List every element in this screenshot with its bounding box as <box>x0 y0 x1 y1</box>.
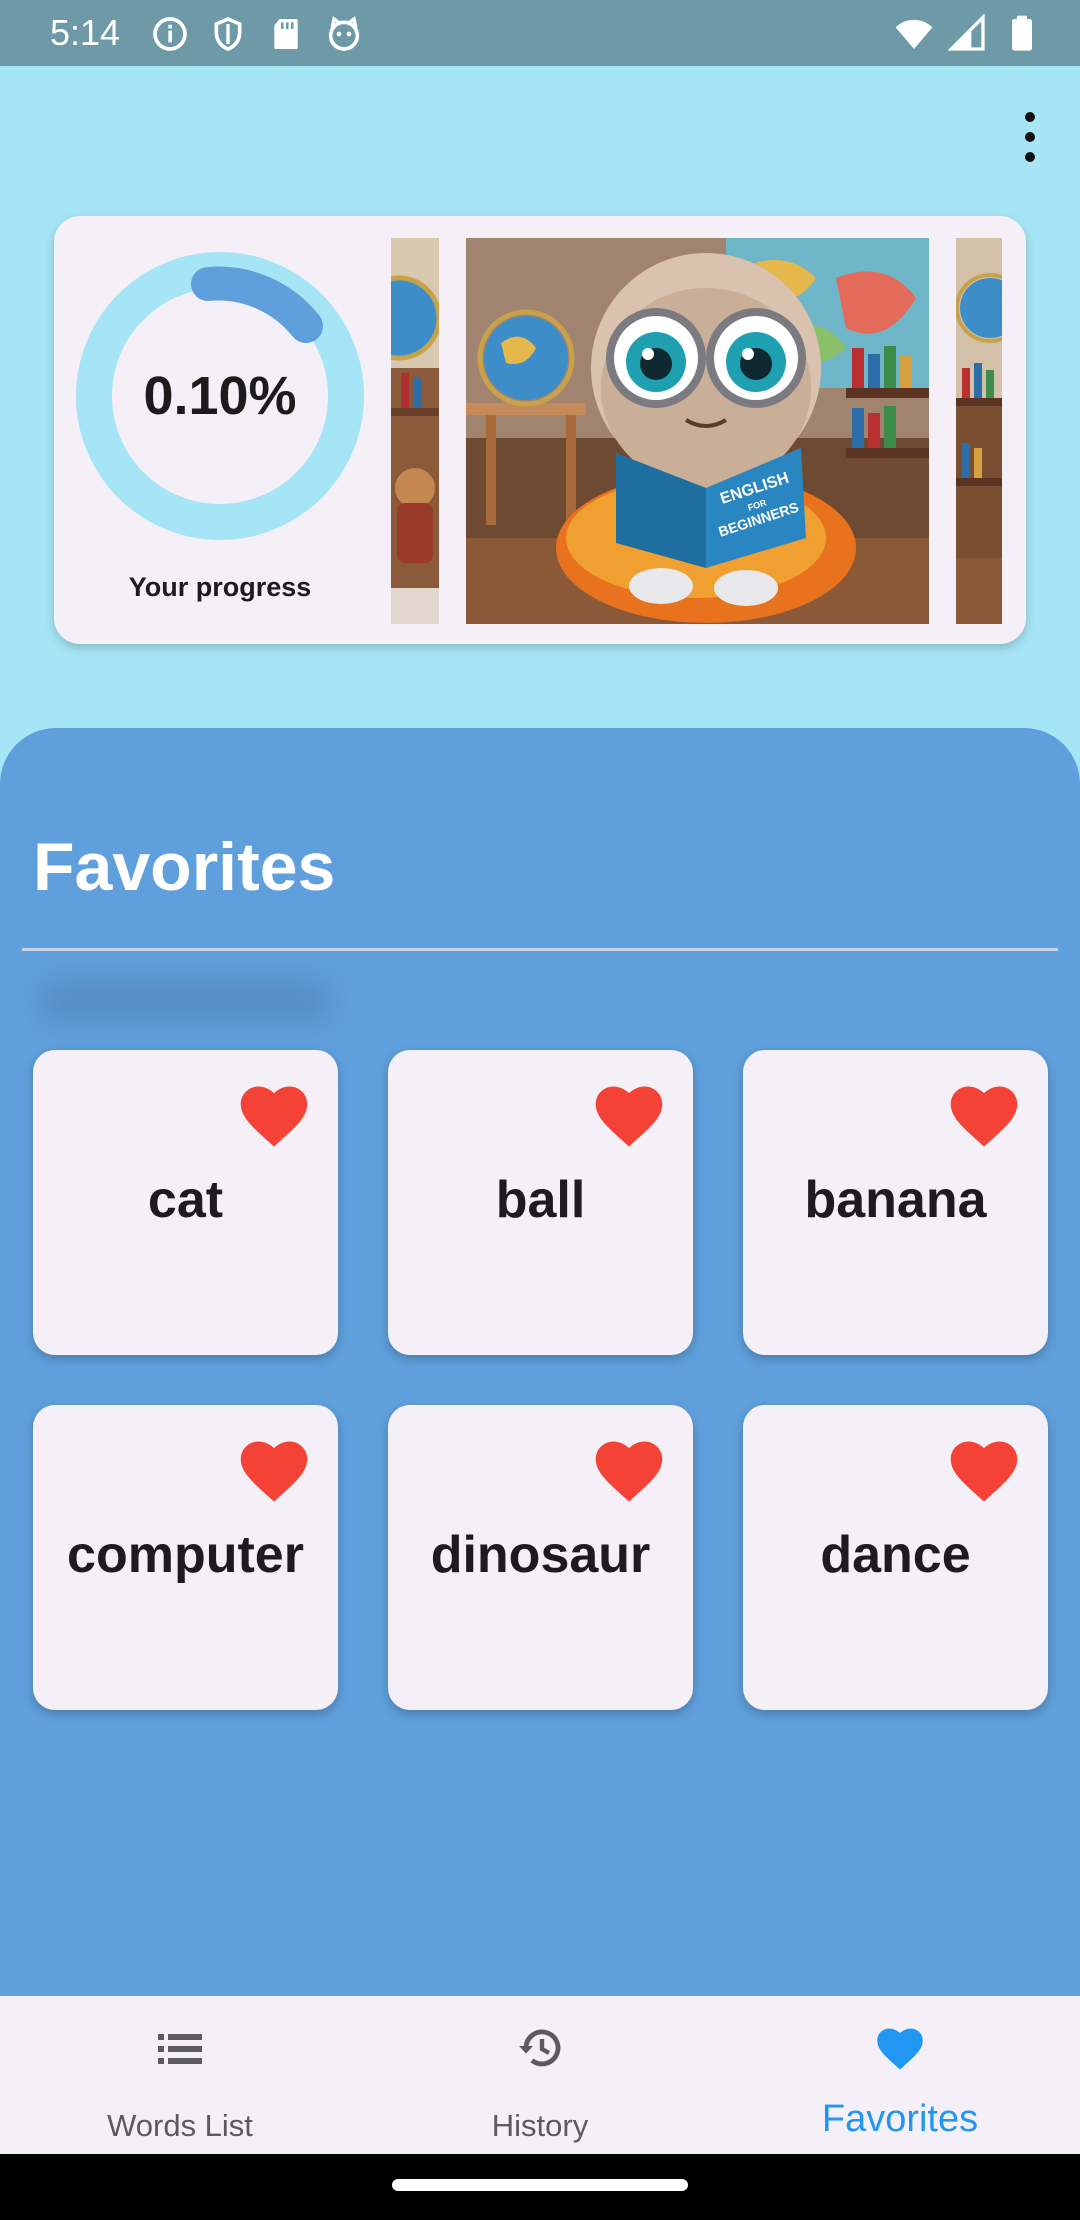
carousel-image-next[interactable] <box>956 238 1002 624</box>
sd-card-icon <box>274 19 298 49</box>
divider <box>22 948 1058 951</box>
home-indicator[interactable] <box>392 2179 688 2191</box>
heart-icon[interactable] <box>591 1435 667 1505</box>
progress-label: Your progress <box>128 572 312 602</box>
heart-icon[interactable] <box>236 1435 312 1505</box>
progress-card: 0.10% Your progress ENGLISH FOR BEGINNER… <box>54 216 1026 644</box>
word-card-banana[interactable]: banana <box>743 1050 1048 1355</box>
word-label: dance <box>820 1526 971 1584</box>
word-label: banana <box>804 1171 987 1229</box>
word-label: ball <box>495 1171 586 1229</box>
heart-icon <box>874 2024 926 2072</box>
heart-icon[interactable] <box>236 1080 312 1150</box>
word-label: computer <box>67 1526 304 1584</box>
nav-item-favorites[interactable]: Favorites <box>720 1996 1080 2154</box>
blurred-shadow <box>40 983 330 1019</box>
list-icon <box>154 2024 206 2072</box>
favorites-title: Favorites <box>33 829 336 905</box>
history-icon <box>514 2024 566 2072</box>
nav-label: History <box>491 2108 589 2143</box>
word-label: dinosaur <box>430 1526 651 1584</box>
progress-value: 0.10% <box>143 366 297 426</box>
status-icons-left <box>150 14 364 54</box>
wifi-icon <box>895 19 933 49</box>
word-card-dance[interactable]: dance <box>743 1405 1048 1710</box>
battery-icon <box>1012 15 1032 51</box>
signal-icon <box>948 14 985 51</box>
favorites-panel: Favorites cat ball banana computer dinos… <box>0 728 1080 1996</box>
carousel-image-main[interactable]: ENGLISH FOR BEGINNERS <box>466 238 929 624</box>
status-time: 5:14 <box>50 12 121 53</box>
cat-face-icon <box>328 16 360 51</box>
status-icons-right <box>894 14 1042 54</box>
shield-icon <box>214 17 242 51</box>
word-card-dinosaur[interactable]: dinosaur <box>388 1405 693 1710</box>
nav-item-history[interactable]: History <box>360 1996 720 2154</box>
nav-label: Favorites <box>821 2098 979 2140</box>
nav-item-words-list[interactable]: Words List <box>0 1996 360 2154</box>
bottom-navigation: Words List History Favorites <box>0 1996 1080 2154</box>
carousel-image-previous[interactable] <box>391 238 439 624</box>
word-card-ball[interactable]: ball <box>388 1050 693 1355</box>
status-bar: 5:14 <box>0 0 1080 66</box>
word-card-computer[interactable]: computer <box>33 1405 338 1710</box>
favorites-grid: cat ball banana computer dinosaur dance <box>33 1050 1048 1710</box>
heart-icon[interactable] <box>946 1435 1022 1505</box>
word-label: cat <box>147 1171 224 1229</box>
heart-icon[interactable] <box>591 1080 667 1150</box>
word-card-cat[interactable]: cat <box>33 1050 338 1355</box>
heart-icon[interactable] <box>946 1080 1022 1150</box>
more-vert-icon[interactable] <box>1010 112 1050 162</box>
info-icon <box>153 17 187 51</box>
nav-label: Words List <box>107 2108 253 2143</box>
progress-ring: 0.10% <box>76 252 364 540</box>
